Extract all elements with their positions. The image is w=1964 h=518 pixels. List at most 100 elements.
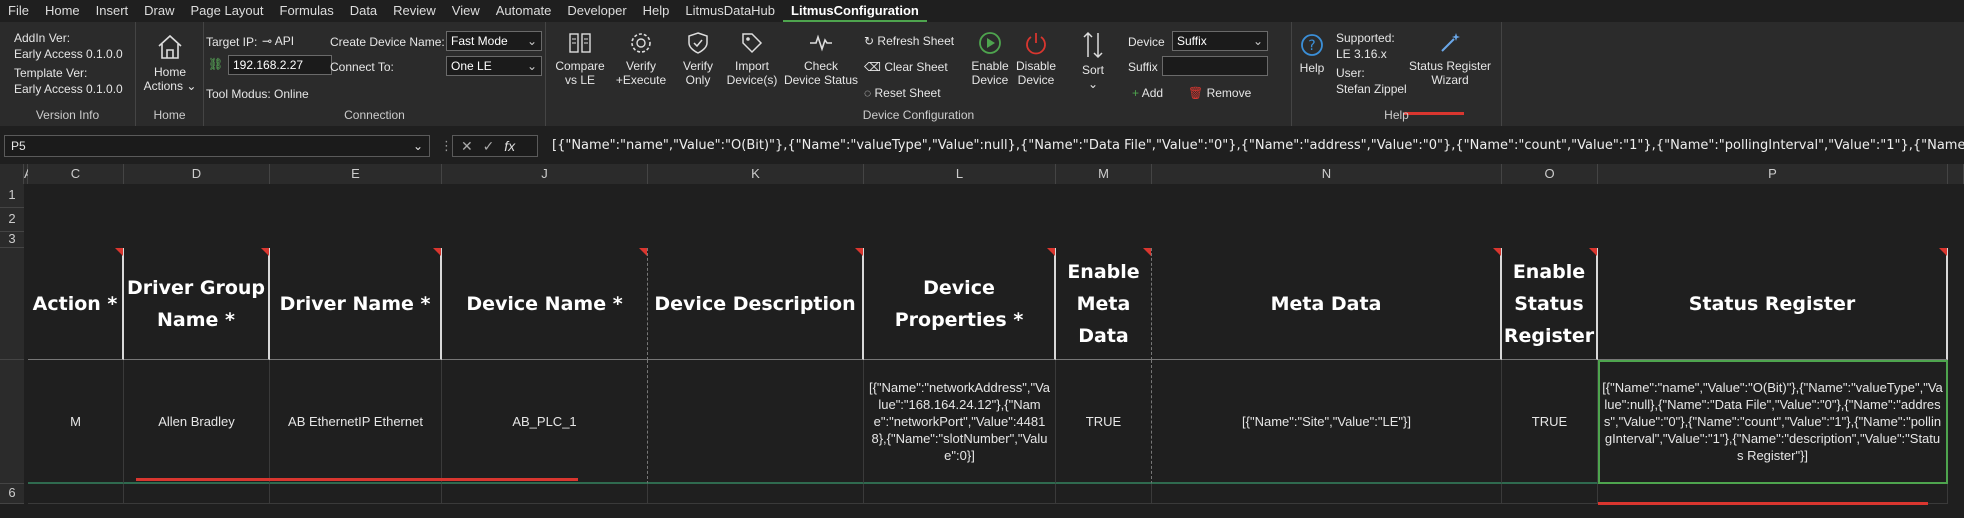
- menu-tab-data[interactable]: Data: [342, 0, 385, 22]
- refresh-sheet-button[interactable]: ↻ Refresh Sheet: [864, 34, 954, 48]
- clear-sheet-label: Clear Sheet: [884, 60, 948, 74]
- column-header[interactable]: O: [1502, 164, 1598, 184]
- empty-cell[interactable]: [270, 484, 442, 504]
- disable-label-2: Device: [1017, 73, 1055, 87]
- clear-sheet-button[interactable]: ⌫ Clear Sheet: [864, 60, 948, 74]
- menu-tab-litmusdatahub[interactable]: LitmusDataHub: [677, 0, 783, 22]
- column-title-cell[interactable]: Enable Status Register: [1502, 248, 1598, 360]
- column-title-cell[interactable]: Meta Data: [1152, 248, 1502, 360]
- menu-tab-litmusconfiguration[interactable]: LitmusConfiguration: [783, 0, 927, 22]
- empty-cell[interactable]: [648, 484, 864, 504]
- create-device-name-select[interactable]: Fast Mode ⌄: [446, 31, 542, 51]
- menu-tab-help[interactable]: Help: [635, 0, 678, 22]
- menu-tab-automate[interactable]: Automate: [488, 0, 560, 22]
- table-cell[interactable]: Allen Bradley: [124, 360, 270, 484]
- verify-execute-button[interactable]: Verify +Execute: [610, 30, 672, 87]
- table-cell[interactable]: [648, 360, 864, 484]
- chevron-down-icon: ⌄: [412, 139, 423, 153]
- table-cell[interactable]: TRUE: [1056, 360, 1152, 484]
- verify-only-label-2: Only: [685, 73, 711, 87]
- add-button[interactable]: + Add: [1132, 86, 1163, 100]
- check-device-status-button[interactable]: Check Device Status: [782, 30, 860, 87]
- disable-device-button[interactable]: Disable Device: [1012, 30, 1060, 87]
- column-title-cell[interactable]: Driver Name *: [270, 248, 442, 360]
- refresh-icon: ↻: [864, 34, 875, 48]
- column-header-overflow[interactable]: [1948, 164, 1964, 184]
- cancel-icon[interactable]: ✕: [461, 138, 473, 154]
- column-header[interactable]: M: [1056, 164, 1152, 184]
- reset-sheet-button[interactable]: ◌ Reset Sheet: [864, 86, 941, 100]
- row-header[interactable]: 6: [0, 484, 24, 504]
- menu-tab-review[interactable]: Review: [385, 0, 444, 22]
- menu-tab-developer[interactable]: Developer: [559, 0, 634, 22]
- row-header[interactable]: 3: [0, 232, 24, 248]
- column-header[interactable]: E: [270, 164, 442, 184]
- suffix-input[interactable]: [1162, 56, 1268, 76]
- table-cell[interactable]: [{"Name":"networkAddress","Value":"168.1…: [864, 360, 1056, 484]
- row-header[interactable]: 1: [0, 184, 24, 208]
- status-register-wizard-button[interactable]: Status Register Wizard: [1400, 30, 1500, 87]
- table-cell[interactable]: [{"Name":"Site","Value":"LE"}]: [1152, 360, 1502, 484]
- column-header[interactable]: K: [648, 164, 864, 184]
- table-cell[interactable]: AB EthernetIP Ethernet: [270, 360, 442, 484]
- enable-device-button[interactable]: Enable Device: [968, 30, 1012, 87]
- menu-tab-formulas[interactable]: Formulas: [272, 0, 342, 22]
- menu-tab-file[interactable]: File: [0, 0, 37, 22]
- help-button[interactable]: ? Help: [1292, 32, 1332, 75]
- empty-cell[interactable]: [28, 484, 124, 504]
- menu-tab-draw[interactable]: Draw: [136, 0, 182, 22]
- table-cell[interactable]: M: [28, 360, 124, 484]
- formula-input[interactable]: [{"Name":"name","Value":"O(Bit)"},{"Name…: [546, 135, 1964, 157]
- column-title-cell[interactable]: Enable Meta Data: [1056, 248, 1152, 360]
- empty-cell[interactable]: [1598, 484, 1948, 504]
- home-actions-label: Home Actions: [143, 65, 186, 93]
- import-devices-button[interactable]: Import Device(s): [724, 30, 780, 87]
- column-title-cell[interactable]: Status Register: [1598, 248, 1948, 360]
- sort-button[interactable]: Sort ⌄: [1070, 30, 1116, 91]
- empty-cell[interactable]: [1502, 484, 1598, 504]
- target-ip-input[interactable]: 192.168.2.27: [228, 55, 332, 75]
- empty-cell[interactable]: [442, 484, 648, 504]
- column-header[interactable]: C: [28, 164, 124, 184]
- pulse-icon: [810, 34, 832, 52]
- table-cell[interactable]: TRUE: [1502, 360, 1598, 484]
- empty-cell[interactable]: [124, 484, 270, 504]
- column-title-cell[interactable]: Device Properties *: [864, 248, 1056, 360]
- column-header[interactable]: D: [124, 164, 270, 184]
- fx-icon[interactable]: fx: [504, 138, 515, 154]
- column-header[interactable]: N: [1152, 164, 1502, 184]
- menu-tab-view[interactable]: View: [444, 0, 488, 22]
- group-label: Help: [1384, 108, 1409, 122]
- column-title-cell[interactable]: Driver Group Name *: [124, 248, 270, 360]
- home-actions-button[interactable]: Home Actions ⌄: [138, 32, 202, 93]
- row-header[interactable]: 4: [0, 248, 24, 402]
- column-title-cell[interactable]: Device Name *: [442, 248, 648, 360]
- menu-tab-page-layout[interactable]: Page Layout: [183, 0, 272, 22]
- table-cell[interactable]: AB_PLC_1: [442, 360, 648, 484]
- remove-button[interactable]: 🗑 Remove: [1188, 86, 1251, 100]
- column-header[interactable]: P: [1598, 164, 1948, 184]
- column-header[interactable]: J: [442, 164, 648, 184]
- verify-only-button[interactable]: Verify Only: [676, 30, 720, 87]
- row-header[interactable]: 2: [0, 208, 24, 232]
- cell-reference: P5: [11, 139, 26, 153]
- device-select[interactable]: Suffix ⌄: [1172, 31, 1268, 51]
- row-header[interactable]: 5: [0, 360, 24, 518]
- empty-cell[interactable]: [1056, 484, 1152, 504]
- select-all-corner[interactable]: [0, 164, 24, 184]
- check-icon[interactable]: ✓: [483, 138, 495, 154]
- compare-vs-le-button[interactable]: Compare vs LE: [552, 30, 608, 87]
- connect-to-select[interactable]: One LE ⌄: [446, 56, 542, 76]
- empty-cell[interactable]: [1152, 484, 1502, 504]
- column-header[interactable]: L: [864, 164, 1056, 184]
- menu-tab-insert[interactable]: Insert: [88, 0, 137, 22]
- name-box[interactable]: P5 ⌄: [4, 135, 430, 157]
- empty-cell[interactable]: [864, 484, 1056, 504]
- play-icon: [979, 32, 1001, 54]
- column-title-cell[interactable]: Action *: [28, 248, 124, 360]
- menu-tab-home[interactable]: Home: [37, 0, 88, 22]
- power-icon: [1026, 33, 1046, 55]
- api-toggle[interactable]: ⊸ API: [262, 34, 294, 48]
- refresh-sheet-label: Refresh Sheet: [877, 34, 955, 48]
- column-title-cell[interactable]: Device Description: [648, 248, 864, 360]
